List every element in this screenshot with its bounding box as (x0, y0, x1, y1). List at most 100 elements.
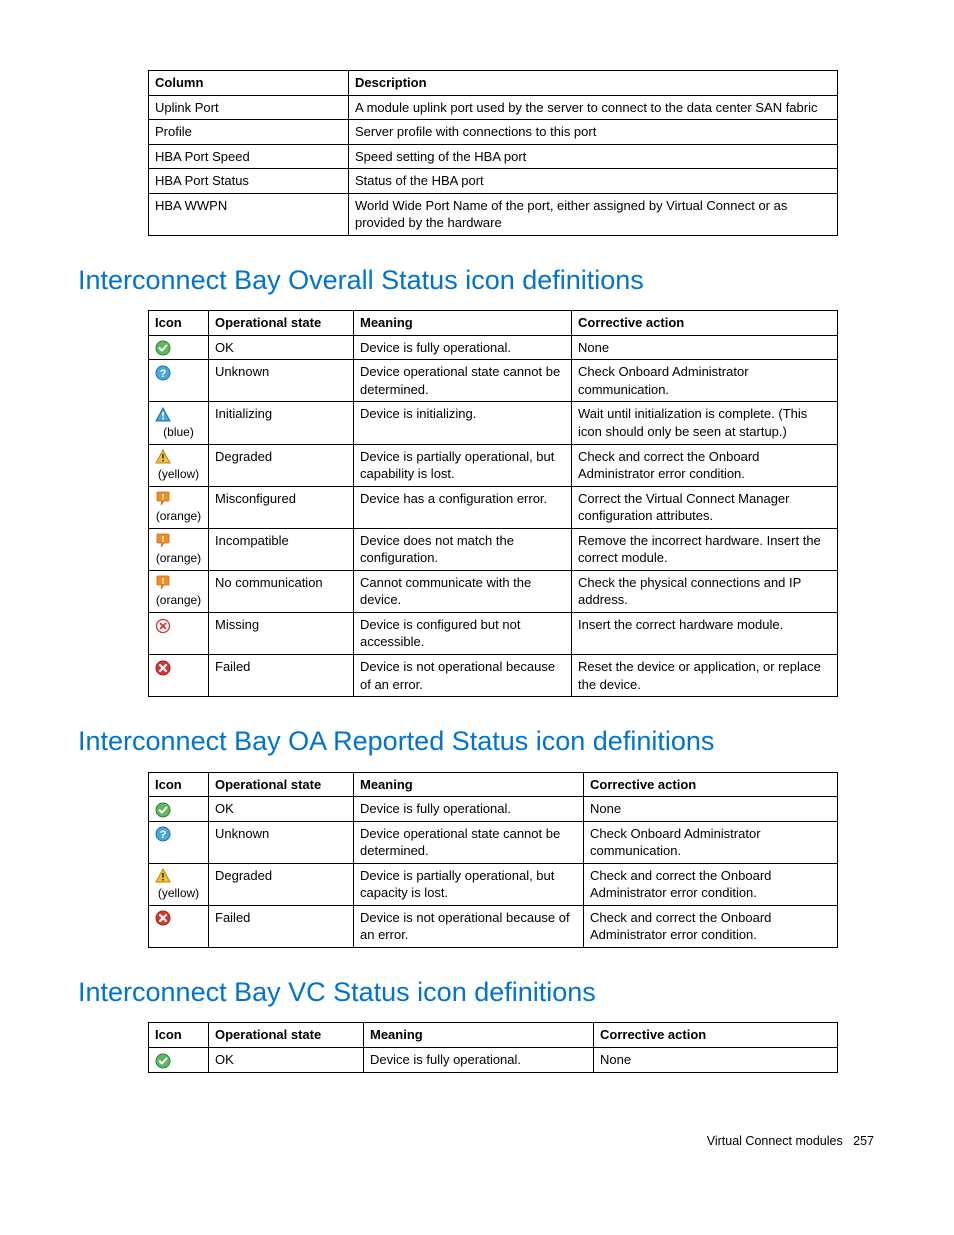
overall-status-table: Icon Operational state Meaning Correctiv… (148, 310, 838, 697)
table-row: (yellow)DegradedDevice is partially oper… (149, 863, 838, 905)
state-cell: Degraded (209, 863, 354, 905)
state-cell: Failed (209, 655, 354, 697)
table-row: ProfileServer profile with connections t… (149, 120, 838, 145)
page-footer: Virtual Connect modules 257 (78, 1133, 876, 1150)
state-cell: Unknown (209, 360, 354, 402)
th-state: Operational state (209, 311, 354, 336)
unknown-icon: ? (155, 364, 171, 379)
table-row: Uplink PortA module uplink port used by … (149, 95, 838, 120)
description-cell: Server profile with connections to this … (349, 120, 838, 145)
table-row: (yellow) DegradedDevice is partially oper… (149, 444, 838, 486)
action-cell: Check Onboard Administrator communicatio… (584, 821, 838, 863)
meaning-cell: Device is fully operational. (364, 1047, 594, 1072)
icon-cell (149, 905, 209, 947)
unknown-icon: ? (155, 826, 171, 841)
table-row: FailedDevice is not operational because … (149, 655, 838, 697)
action-cell: None (584, 797, 838, 822)
table-row: ?UnknownDevice operational state cannot … (149, 821, 838, 863)
meaning-cell: Device is partially operational, but cap… (354, 444, 572, 486)
svg-text:?: ? (160, 829, 167, 841)
th-icon: Icon (149, 772, 209, 797)
action-cell: Check the physical connections and IP ad… (572, 570, 838, 612)
icon-cell: (yellow) (149, 863, 209, 905)
action-cell: Check Onboard Administrator communicatio… (572, 360, 838, 402)
ok-icon (155, 801, 171, 816)
table-row: OKDevice is fully operational.None (149, 1047, 838, 1072)
section-heading-oa: Interconnect Bay OA Reported Status icon… (78, 723, 876, 759)
th-meaning: Meaning (354, 772, 584, 797)
meaning-cell: Device is fully operational. (354, 797, 584, 822)
state-cell: Failed (209, 905, 354, 947)
meaning-cell: Device is configured but not accessible. (354, 612, 572, 654)
th-meaning: Meaning (354, 311, 572, 336)
state-cell: Degraded (209, 444, 354, 486)
description-cell: World Wide Port Name of the port, either… (349, 193, 838, 235)
column-name-cell: Uplink Port (149, 95, 349, 120)
icon-cell: (orange) (149, 528, 209, 570)
icon-cell (149, 335, 209, 360)
th-icon: Icon (149, 1023, 209, 1048)
table-row: HBA WWPNWorld Wide Port Name of the port… (149, 193, 838, 235)
footer-text: Virtual Connect modules (707, 1134, 843, 1148)
description-cell: A module uplink port used by the server … (349, 95, 838, 120)
action-cell: None (594, 1047, 838, 1072)
th-icon: Icon (149, 311, 209, 336)
th-action: Corrective action (594, 1023, 838, 1048)
description-cell: Speed setting of the HBA port (349, 144, 838, 169)
description-cell: Status of the HBA port (349, 169, 838, 194)
icon-cell: (blue) (149, 402, 209, 444)
warn-yellow-icon (155, 449, 171, 464)
state-cell: Missing (209, 612, 354, 654)
meaning-cell: Device is not operational because of an … (354, 905, 584, 947)
balloon-orange-icon (155, 533, 171, 548)
section-heading-vc: Interconnect Bay VC Status icon definiti… (78, 974, 876, 1010)
state-cell: Initializing (209, 402, 354, 444)
action-cell: Check and correct the Onboard Administra… (572, 444, 838, 486)
th-state: Operational state (209, 1023, 364, 1048)
icon-cell (149, 655, 209, 697)
table-row: MissingDevice is configured but not acce… (149, 612, 838, 654)
column-name-cell: HBA WWPN (149, 193, 349, 235)
ok-icon (155, 340, 171, 355)
state-cell: No communication (209, 570, 354, 612)
action-cell: Reset the device or application, or repl… (572, 655, 838, 697)
table-row: (orange) No communicationCannot communica… (149, 570, 838, 612)
meaning-cell: Cannot communicate with the device. (354, 570, 572, 612)
page-number: 257 (853, 1134, 874, 1148)
table-row: OKDevice is fully operational.None (149, 335, 838, 360)
meaning-cell: Device operational state cannot be deter… (354, 360, 572, 402)
table-row: HBA Port StatusStatus of the HBA port (149, 169, 838, 194)
table-row: OKDevice is fully operational.None (149, 797, 838, 822)
state-cell: Misconfigured (209, 486, 354, 528)
column-name-cell: HBA Port Status (149, 169, 349, 194)
state-cell: OK (209, 1047, 364, 1072)
table-row: ? UnknownDevice operational state cannot … (149, 360, 838, 402)
meaning-cell: Device is partially operational, but cap… (354, 863, 584, 905)
icon-color-label: (orange) (155, 592, 202, 608)
th-action: Corrective action (584, 772, 838, 797)
vc-status-table: Icon Operational state Meaning Correctiv… (148, 1022, 838, 1072)
meaning-cell: Device has a configuration error. (354, 486, 572, 528)
th-column: Column (149, 71, 349, 96)
th-meaning: Meaning (364, 1023, 594, 1048)
column-name-cell: HBA Port Speed (149, 144, 349, 169)
ok-icon (155, 1052, 171, 1067)
icon-cell: ? (149, 821, 209, 863)
state-cell: Incompatible (209, 528, 354, 570)
warn-blue-icon (155, 406, 171, 421)
icon-cell: (orange) (149, 570, 209, 612)
state-cell: OK (209, 797, 354, 822)
th-description: Description (349, 71, 838, 96)
table-row: FailedDevice is not operational because … (149, 905, 838, 947)
meaning-cell: Device operational state cannot be deter… (354, 821, 584, 863)
section-heading-overall: Interconnect Bay Overall Status icon def… (78, 262, 876, 298)
table-row: (orange) MisconfiguredDevice has a config… (149, 486, 838, 528)
action-cell: Remove the incorrect hardware. Insert th… (572, 528, 838, 570)
th-state: Operational state (209, 772, 354, 797)
meaning-cell: Device does not match the configuration. (354, 528, 572, 570)
icon-color-label: (yellow) (155, 466, 202, 482)
balloon-orange-icon (155, 575, 171, 590)
icon-color-label: (blue) (155, 424, 202, 440)
icon-color-label: (orange) (155, 508, 202, 524)
column-name-cell: Profile (149, 120, 349, 145)
